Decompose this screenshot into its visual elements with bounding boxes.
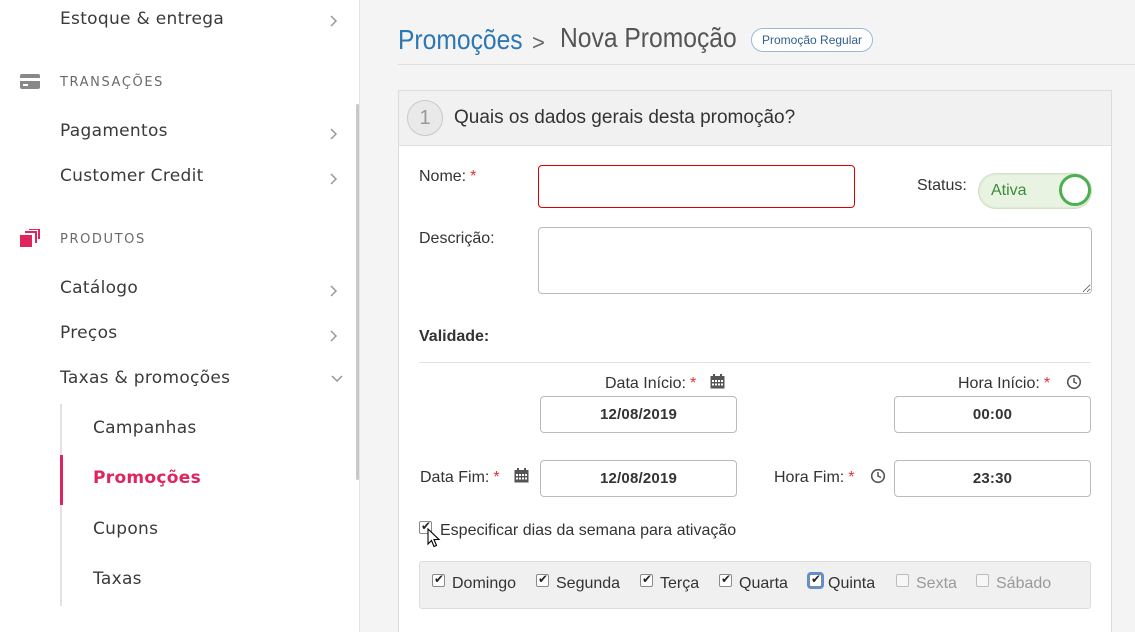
page-title: Nova Promoção bbox=[560, 22, 737, 53]
general-data-card: 1 Quais os dados gerais desta promoção? … bbox=[398, 90, 1112, 632]
checkbox-sabado[interactable] bbox=[976, 574, 989, 587]
nome-input[interactable] bbox=[538, 165, 855, 208]
hora-inicio-input[interactable]: 00:00 bbox=[894, 396, 1091, 433]
card-header: 1 Quais os dados gerais desta promoção? bbox=[399, 91, 1111, 146]
checkbox-domingo[interactable] bbox=[432, 572, 445, 587]
calendar-icon[interactable] bbox=[710, 374, 726, 390]
breadcrumb-root-link[interactable]: Promoções bbox=[398, 24, 523, 56]
breadcrumb: Promoções > Nova Promoção bbox=[398, 20, 758, 60]
validade-title: Validade: bbox=[419, 328, 490, 345]
sidebar-item-label: Estoque & entrega bbox=[60, 9, 225, 29]
card-title: Quais os dados gerais desta promoção? bbox=[454, 107, 796, 128]
data-inicio-input[interactable]: 12/08/2019 bbox=[540, 396, 737, 433]
submenu-line bbox=[60, 404, 62, 606]
active-indicator bbox=[60, 455, 63, 505]
hora-fim-value: 23:30 bbox=[972, 470, 1013, 487]
weekdays-panel: Domingo Segunda Terça Quarta Quinta Sext… bbox=[419, 561, 1091, 609]
checkbox-quarta[interactable] bbox=[719, 572, 732, 587]
required-mark: * bbox=[689, 375, 697, 392]
day-label-terca: Terça bbox=[660, 575, 700, 592]
chevron-right-icon bbox=[326, 171, 340, 185]
day-label-domingo: Domingo bbox=[452, 575, 517, 592]
sidebar: Estoque & entrega TRANSAÇÕES Pagamentos … bbox=[0, 0, 360, 632]
mouse-cursor-icon bbox=[427, 527, 441, 553]
checkbox-terca[interactable] bbox=[640, 572, 653, 587]
hora-fim-input[interactable]: 23:30 bbox=[894, 460, 1091, 497]
sidebar-subitem-taxas[interactable]: Taxas bbox=[93, 569, 142, 589]
sidebar-subitem-campanhas[interactable]: Campanhas bbox=[93, 418, 197, 438]
status-toggle[interactable]: Ativa bbox=[978, 173, 1092, 209]
sidebar-item-label: Customer Credit bbox=[60, 166, 204, 186]
especificar-dias-label: Especificar dias da semana para ativação bbox=[440, 522, 737, 539]
hora-inicio-label-text: Hora Início: bbox=[958, 375, 1040, 392]
chevron-right-icon bbox=[326, 328, 340, 342]
step-number: 1 bbox=[407, 100, 443, 136]
calendar-icon[interactable] bbox=[514, 468, 530, 484]
hora-fim-label: Hora Fim: * bbox=[774, 469, 854, 487]
nome-label: Nome: * bbox=[419, 168, 476, 186]
data-inicio-value: 12/08/2019 bbox=[599, 406, 678, 423]
checkbox-segunda[interactable] bbox=[536, 572, 549, 587]
sidebar-item-label: Preços bbox=[60, 323, 118, 343]
sidebar-item-estoque-entrega[interactable]: Estoque & entrega bbox=[60, 9, 224, 29]
day-label-sabado: Sábado bbox=[996, 575, 1052, 592]
day-label-quinta: Quinta bbox=[828, 575, 876, 592]
required-mark: * bbox=[493, 469, 500, 486]
sidebar-item-label: Catálogo bbox=[60, 278, 139, 298]
sidebar-item-precos[interactable]: Preços bbox=[60, 323, 117, 343]
data-fim-value: 12/08/2019 bbox=[599, 470, 678, 487]
data-fim-label: Data Fim: * bbox=[420, 469, 500, 487]
descricao-textarea[interactable] bbox=[538, 227, 1092, 294]
checkbox-sexta[interactable] bbox=[896, 574, 909, 587]
hora-inicio-value: 00:00 bbox=[972, 406, 1013, 423]
promotion-type-badge: Promoção Regular bbox=[751, 28, 874, 52]
chevron-right-icon bbox=[326, 126, 340, 140]
required-mark: * bbox=[470, 168, 477, 185]
credit-card-icon bbox=[20, 74, 42, 94]
products-icon bbox=[20, 228, 42, 253]
hora-fim-label-text: Hora Fim: bbox=[774, 469, 845, 486]
hora-inicio-label: Hora Início: * bbox=[958, 375, 1050, 393]
sidebar-scrollbar[interactable] bbox=[356, 104, 359, 480]
data-inicio-label: Data Início: * bbox=[605, 375, 696, 393]
sidebar-item-customer-credit[interactable]: Customer Credit bbox=[60, 166, 204, 186]
data-fim-input[interactable]: 12/08/2019 bbox=[540, 460, 737, 497]
checkbox-quinta[interactable] bbox=[809, 572, 822, 587]
sidebar-item-pagamentos[interactable]: Pagamentos bbox=[60, 121, 168, 141]
sidebar-item-label: Pagamentos bbox=[60, 121, 168, 141]
data-inicio-label-text: Data Início: bbox=[605, 375, 686, 392]
day-label-quarta: Quarta bbox=[739, 575, 788, 592]
required-mark: * bbox=[848, 469, 855, 486]
status-label: Status: bbox=[917, 177, 967, 194]
section-transacoes: TRANSAÇÕES bbox=[60, 75, 164, 90]
clock-icon[interactable] bbox=[870, 468, 886, 484]
sidebar-item-taxas-promocoes[interactable]: Taxas & promoções bbox=[60, 368, 230, 388]
descricao-label: Descrição: bbox=[419, 230, 495, 247]
sidebar-subitem-cupons[interactable]: Cupons bbox=[93, 519, 158, 539]
clock-icon[interactable] bbox=[1066, 374, 1082, 390]
sidebar-subitem-promocoes[interactable]: Promoções bbox=[93, 468, 201, 488]
day-label-segunda: Segunda bbox=[556, 575, 621, 592]
nome-label-text: Nome: bbox=[419, 168, 467, 185]
sidebar-item-catalogo[interactable]: Catálogo bbox=[60, 278, 138, 298]
chevron-down-icon bbox=[330, 370, 344, 384]
required-mark: * bbox=[1043, 375, 1051, 392]
chevron-right-icon bbox=[326, 13, 340, 27]
status-toggle-knob bbox=[1059, 174, 1091, 206]
section-produtos: PRODUTOS bbox=[60, 232, 146, 247]
sidebar-item-label: Taxas & promoções bbox=[60, 368, 231, 388]
status-toggle-label: Ativa bbox=[991, 182, 1027, 199]
validade-divider bbox=[419, 362, 1091, 363]
chevron-right-icon bbox=[326, 283, 340, 297]
data-fim-label-text: Data Fim: bbox=[420, 469, 490, 486]
breadcrumb-separator: > bbox=[532, 30, 545, 55]
header-divider bbox=[398, 64, 1135, 65]
day-label-sexta: Sexta bbox=[916, 575, 957, 592]
